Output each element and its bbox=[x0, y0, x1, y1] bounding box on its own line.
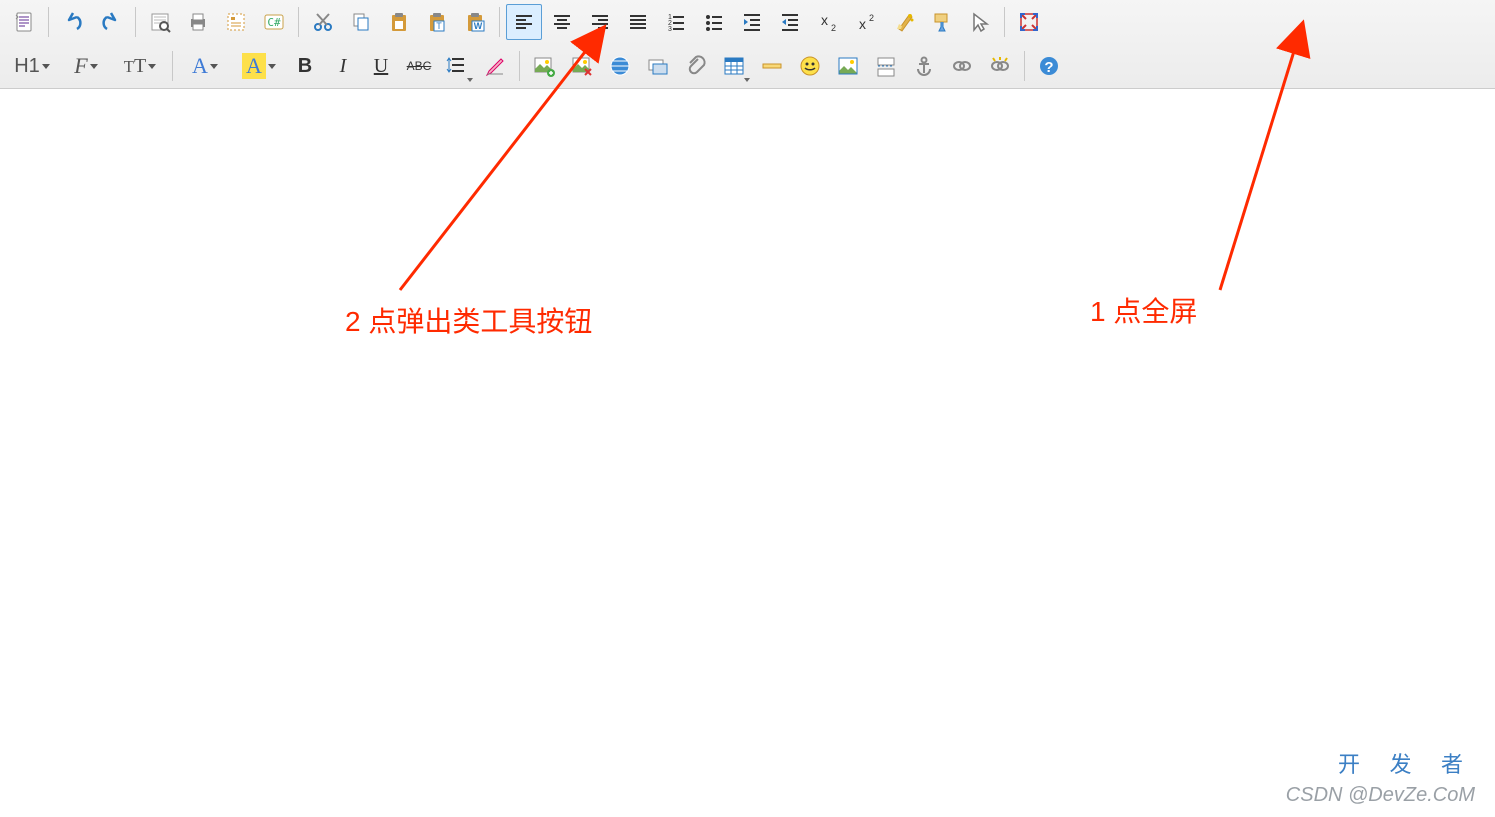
emoticon-button[interactable] bbox=[792, 48, 828, 84]
indent-button[interactable] bbox=[734, 4, 770, 40]
cut-button[interactable] bbox=[305, 4, 341, 40]
chevron-down-icon bbox=[42, 64, 50, 69]
chevron-down-icon bbox=[268, 64, 276, 69]
heading-label: H1 bbox=[14, 55, 40, 78]
align-right-button[interactable] bbox=[582, 4, 618, 40]
separator bbox=[1004, 7, 1005, 37]
italic-label: I bbox=[340, 55, 347, 78]
bold-button[interactable]: B bbox=[287, 48, 323, 84]
paste-word-button[interactable]: W bbox=[457, 4, 493, 40]
paste-text-button[interactable]: T bbox=[419, 4, 455, 40]
font-family-label: F bbox=[74, 53, 87, 79]
watermark: 开 发 者 CSDN @DevZe.CoM bbox=[1286, 750, 1475, 809]
svg-text:?: ? bbox=[1044, 59, 1053, 76]
forecolor-label: A bbox=[192, 53, 208, 79]
svg-text:T: T bbox=[436, 21, 442, 31]
subscript-button[interactable]: x2 bbox=[810, 4, 846, 40]
paste-button[interactable] bbox=[381, 4, 417, 40]
ordered-list-button[interactable]: 123 bbox=[658, 4, 694, 40]
media-button[interactable] bbox=[602, 48, 638, 84]
watermark-line1: 开 发 者 bbox=[1286, 750, 1475, 781]
preview-button[interactable] bbox=[142, 4, 178, 40]
watermark-line2: CSDN @DevZe.CoM bbox=[1286, 781, 1475, 809]
image-button[interactable] bbox=[526, 48, 562, 84]
italic-button[interactable]: I bbox=[325, 48, 361, 84]
toolbar-row-1: C# T W 123 bbox=[0, 0, 1495, 44]
template-button[interactable] bbox=[218, 4, 254, 40]
font-size-label: T bbox=[134, 55, 146, 77]
page-break-button[interactable] bbox=[868, 48, 904, 84]
chevron-down-icon bbox=[744, 78, 750, 82]
chevron-down-icon bbox=[148, 64, 156, 69]
hr-button[interactable] bbox=[754, 48, 790, 84]
annotation-label-right: 1 点全屏 bbox=[1090, 290, 1197, 330]
unordered-list-button[interactable] bbox=[696, 4, 732, 40]
chevron-down-icon bbox=[90, 64, 98, 69]
toolbar-row-2: H1 F TT A A B I U ABC bbox=[0, 44, 1495, 88]
bold-label: B bbox=[298, 55, 312, 78]
svg-text:3: 3 bbox=[668, 26, 672, 33]
font-family-dropdown[interactable]: F bbox=[60, 48, 112, 84]
clear-format-button[interactable] bbox=[886, 4, 922, 40]
about-button[interactable]: ? bbox=[1031, 48, 1067, 84]
underline-button[interactable]: U bbox=[363, 48, 399, 84]
separator bbox=[519, 51, 520, 81]
line-height-button[interactable] bbox=[439, 48, 475, 84]
print-button[interactable] bbox=[180, 4, 216, 40]
strike-button[interactable]: ABC bbox=[401, 48, 437, 84]
outdent-button[interactable] bbox=[772, 4, 808, 40]
chevron-down-icon bbox=[467, 78, 473, 82]
strike-label: ABC bbox=[407, 59, 432, 73]
underline-label: U bbox=[374, 55, 388, 78]
undo-button[interactable] bbox=[55, 4, 91, 40]
redo-button[interactable] bbox=[93, 4, 129, 40]
svg-text:x: x bbox=[821, 12, 828, 28]
separator bbox=[172, 51, 173, 81]
forecolor-dropdown[interactable]: A bbox=[179, 48, 231, 84]
svg-text:C#: C# bbox=[267, 16, 281, 29]
attachment-button[interactable] bbox=[678, 48, 714, 84]
table-button[interactable] bbox=[716, 48, 752, 84]
backcolor-label: A bbox=[242, 53, 266, 79]
align-justify-button[interactable] bbox=[620, 4, 656, 40]
separator bbox=[135, 7, 136, 37]
source-button[interactable] bbox=[6, 4, 42, 40]
annotation-label-left: 2 点弹出类工具按钮 bbox=[345, 300, 592, 340]
select-button[interactable] bbox=[962, 4, 998, 40]
remove-format-button[interactable] bbox=[477, 48, 513, 84]
separator bbox=[298, 7, 299, 37]
copy-button[interactable] bbox=[343, 4, 379, 40]
align-left-button[interactable] bbox=[506, 4, 542, 40]
flash-button[interactable] bbox=[564, 48, 600, 84]
remote-image-button[interactable] bbox=[640, 48, 676, 84]
format-painter-button[interactable] bbox=[924, 4, 960, 40]
separator bbox=[48, 7, 49, 37]
special-char-button[interactable] bbox=[830, 48, 866, 84]
align-center-button[interactable] bbox=[544, 4, 580, 40]
code-button[interactable]: C# bbox=[256, 4, 292, 40]
svg-text:2: 2 bbox=[831, 23, 836, 33]
editor-content-area[interactable] bbox=[0, 96, 1495, 817]
superscript-button[interactable]: x2 bbox=[848, 4, 884, 40]
link-button[interactable] bbox=[944, 48, 980, 84]
heading-dropdown[interactable]: H1 bbox=[6, 48, 58, 84]
unlink-button[interactable] bbox=[982, 48, 1018, 84]
svg-text:W: W bbox=[474, 21, 483, 31]
separator bbox=[499, 7, 500, 37]
svg-text:2: 2 bbox=[869, 13, 874, 23]
backcolor-dropdown[interactable]: A bbox=[233, 48, 285, 84]
editor-toolbar: C# T W 123 bbox=[0, 0, 1495, 89]
fullscreen-button[interactable] bbox=[1011, 4, 1047, 40]
anchor-button[interactable] bbox=[906, 48, 942, 84]
chevron-down-icon bbox=[210, 64, 218, 69]
font-size-dropdown[interactable]: TT bbox=[114, 48, 166, 84]
svg-text:x: x bbox=[859, 16, 866, 32]
separator bbox=[1024, 51, 1025, 81]
